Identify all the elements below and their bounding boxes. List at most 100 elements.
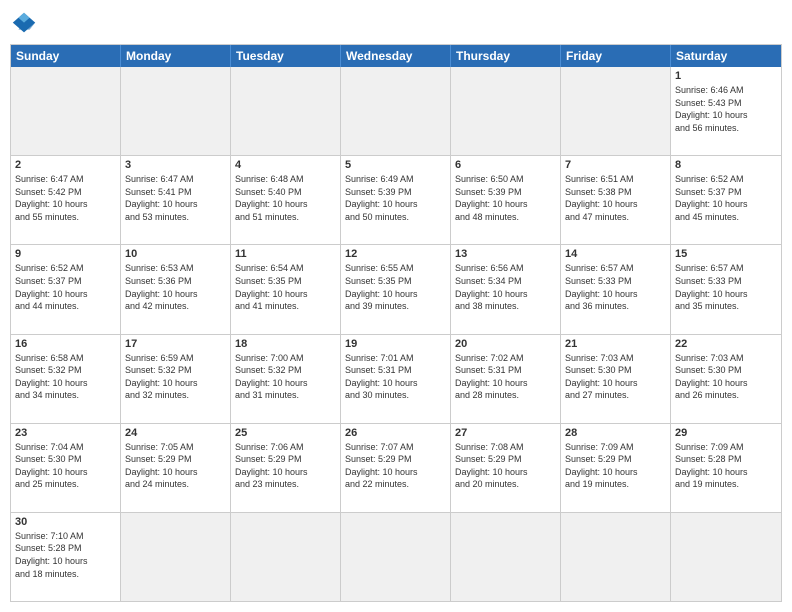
cell-info: Sunrise: 6:47 AM Sunset: 5:42 PM Dayligh… bbox=[15, 173, 116, 223]
cal-cell-15: 15 Sunrise: 6:57 AM Sunset: 5:33 PM Dayli… bbox=[671, 245, 781, 333]
day-number: 30 bbox=[15, 516, 116, 528]
cell-info: Sunrise: 7:07 AM Sunset: 5:29 PM Dayligh… bbox=[345, 441, 446, 491]
cal-cell-empty-r0c3 bbox=[341, 67, 451, 155]
day-number: 16 bbox=[15, 338, 116, 350]
calendar: SundayMondayTuesdayWednesdayThursdayFrid… bbox=[10, 44, 782, 602]
cell-info: Sunrise: 6:53 AM Sunset: 5:36 PM Dayligh… bbox=[125, 262, 226, 312]
day-number: 10 bbox=[125, 248, 226, 260]
calendar-row-5: 30 Sunrise: 7:10 AM Sunset: 5:28 PM Dayli… bbox=[11, 513, 781, 601]
cell-info: Sunrise: 7:09 AM Sunset: 5:28 PM Dayligh… bbox=[675, 441, 777, 491]
cal-cell-25: 25 Sunrise: 7:06 AM Sunset: 5:29 PM Dayli… bbox=[231, 424, 341, 512]
day-number: 14 bbox=[565, 248, 666, 260]
cell-info: Sunrise: 6:52 AM Sunset: 5:37 PM Dayligh… bbox=[675, 173, 777, 223]
cal-cell-8: 8 Sunrise: 6:52 AM Sunset: 5:37 PM Daylig… bbox=[671, 156, 781, 244]
cell-info: Sunrise: 6:57 AM Sunset: 5:33 PM Dayligh… bbox=[565, 262, 666, 312]
day-number: 20 bbox=[455, 338, 556, 350]
logo bbox=[10, 10, 42, 38]
calendar-body: 1Sunrise: 6:46 AM Sunset: 5:43 PM Daylig… bbox=[11, 67, 781, 601]
calendar-row-2: 9 Sunrise: 6:52 AM Sunset: 5:37 PM Daylig… bbox=[11, 245, 781, 334]
day-number: 8 bbox=[675, 159, 777, 171]
cell-info: Sunrise: 7:10 AM Sunset: 5:28 PM Dayligh… bbox=[15, 530, 116, 580]
page: SundayMondayTuesdayWednesdayThursdayFrid… bbox=[0, 0, 792, 612]
day-number: 22 bbox=[675, 338, 777, 350]
day-number: 4 bbox=[235, 159, 336, 171]
cell-info: Sunrise: 7:01 AM Sunset: 5:31 PM Dayligh… bbox=[345, 352, 446, 402]
day-number: 13 bbox=[455, 248, 556, 260]
cell-info: Sunrise: 6:55 AM Sunset: 5:35 PM Dayligh… bbox=[345, 262, 446, 312]
day-number: 19 bbox=[345, 338, 446, 350]
cal-cell-empty-r5c5 bbox=[561, 513, 671, 601]
cal-cell-3: 3 Sunrise: 6:47 AM Sunset: 5:41 PM Daylig… bbox=[121, 156, 231, 244]
cell-info: Sunrise: 6:49 AM Sunset: 5:39 PM Dayligh… bbox=[345, 173, 446, 223]
cal-cell-22: 22 Sunrise: 7:03 AM Sunset: 5:30 PM Dayli… bbox=[671, 335, 781, 423]
header bbox=[10, 10, 782, 38]
day-number: 28 bbox=[565, 427, 666, 439]
calendar-row-0: 1Sunrise: 6:46 AM Sunset: 5:43 PM Daylig… bbox=[11, 67, 781, 156]
cell-info: Sunrise: 7:02 AM Sunset: 5:31 PM Dayligh… bbox=[455, 352, 556, 402]
cal-cell-empty-r0c2 bbox=[231, 67, 341, 155]
cal-cell-26: 26Sunrise: 7:07 AM Sunset: 5:29 PM Dayli… bbox=[341, 424, 451, 512]
day-number: 11 bbox=[235, 248, 336, 260]
cell-info: Sunrise: 7:09 AM Sunset: 5:29 PM Dayligh… bbox=[565, 441, 666, 491]
cell-info: Sunrise: 6:56 AM Sunset: 5:34 PM Dayligh… bbox=[455, 262, 556, 312]
cal-cell-12: 12 Sunrise: 6:55 AM Sunset: 5:35 PM Dayli… bbox=[341, 245, 451, 333]
cell-info: Sunrise: 6:47 AM Sunset: 5:41 PM Dayligh… bbox=[125, 173, 226, 223]
cal-cell-28: 28 Sunrise: 7:09 AM Sunset: 5:29 PM Dayli… bbox=[561, 424, 671, 512]
day-number: 24 bbox=[125, 427, 226, 439]
cal-cell-empty-r5c6 bbox=[671, 513, 781, 601]
cell-info: Sunrise: 6:52 AM Sunset: 5:37 PM Dayligh… bbox=[15, 262, 116, 312]
cal-cell-14: 14 Sunrise: 6:57 AM Sunset: 5:33 PM Dayli… bbox=[561, 245, 671, 333]
cal-cell-10: 10 Sunrise: 6:53 AM Sunset: 5:36 PM Dayli… bbox=[121, 245, 231, 333]
cal-cell-4: 4 Sunrise: 6:48 AM Sunset: 5:40 PM Daylig… bbox=[231, 156, 341, 244]
day-number: 17 bbox=[125, 338, 226, 350]
cal-cell-30: 30 Sunrise: 7:10 AM Sunset: 5:28 PM Dayli… bbox=[11, 513, 121, 601]
day-number: 3 bbox=[125, 159, 226, 171]
cal-cell-6: 6Sunrise: 6:50 AM Sunset: 5:39 PM Daylig… bbox=[451, 156, 561, 244]
day-number: 7 bbox=[565, 159, 666, 171]
cell-info: Sunrise: 6:48 AM Sunset: 5:40 PM Dayligh… bbox=[235, 173, 336, 223]
cell-info: Sunrise: 6:57 AM Sunset: 5:33 PM Dayligh… bbox=[675, 262, 777, 312]
cal-cell-23: 23Sunrise: 7:04 AM Sunset: 5:30 PM Dayli… bbox=[11, 424, 121, 512]
cell-info: Sunrise: 7:00 AM Sunset: 5:32 PM Dayligh… bbox=[235, 352, 336, 402]
cal-cell-19: 19 Sunrise: 7:01 AM Sunset: 5:31 PM Dayli… bbox=[341, 335, 451, 423]
cal-cell-27: 27 Sunrise: 7:08 AM Sunset: 5:29 PM Dayli… bbox=[451, 424, 561, 512]
header-day-monday: Monday bbox=[121, 45, 231, 67]
header-day-saturday: Saturday bbox=[671, 45, 781, 67]
cell-info: Sunrise: 7:06 AM Sunset: 5:29 PM Dayligh… bbox=[235, 441, 336, 491]
cal-cell-20: 20 Sunrise: 7:02 AM Sunset: 5:31 PM Dayli… bbox=[451, 335, 561, 423]
day-number: 2 bbox=[15, 159, 116, 171]
day-number: 27 bbox=[455, 427, 556, 439]
day-number: 9 bbox=[15, 248, 116, 260]
cal-cell-5: 5 Sunrise: 6:49 AM Sunset: 5:39 PM Daylig… bbox=[341, 156, 451, 244]
cal-cell-13: 13 Sunrise: 6:56 AM Sunset: 5:34 PM Dayli… bbox=[451, 245, 561, 333]
day-number: 25 bbox=[235, 427, 336, 439]
day-number: 29 bbox=[675, 427, 777, 439]
cal-cell-empty-r0c5 bbox=[561, 67, 671, 155]
cell-info: Sunrise: 7:03 AM Sunset: 5:30 PM Dayligh… bbox=[675, 352, 777, 402]
logo-icon bbox=[10, 10, 38, 38]
day-number: 5 bbox=[345, 159, 446, 171]
cell-info: Sunrise: 7:04 AM Sunset: 5:30 PM Dayligh… bbox=[15, 441, 116, 491]
cal-cell-24: 24 Sunrise: 7:05 AM Sunset: 5:29 PM Dayli… bbox=[121, 424, 231, 512]
header-day-friday: Friday bbox=[561, 45, 671, 67]
cal-cell-17: 17Sunrise: 6:59 AM Sunset: 5:32 PM Dayli… bbox=[121, 335, 231, 423]
day-number: 12 bbox=[345, 248, 446, 260]
header-day-wednesday: Wednesday bbox=[341, 45, 451, 67]
calendar-row-4: 23Sunrise: 7:04 AM Sunset: 5:30 PM Dayli… bbox=[11, 424, 781, 513]
cell-info: Sunrise: 7:08 AM Sunset: 5:29 PM Dayligh… bbox=[455, 441, 556, 491]
cal-cell-empty-r5c2 bbox=[231, 513, 341, 601]
calendar-header: SundayMondayTuesdayWednesdayThursdayFrid… bbox=[11, 45, 781, 67]
cell-info: Sunrise: 6:58 AM Sunset: 5:32 PM Dayligh… bbox=[15, 352, 116, 402]
day-number: 1 bbox=[675, 70, 777, 82]
cal-cell-empty-r0c4 bbox=[451, 67, 561, 155]
cal-cell-18: 18Sunrise: 7:00 AM Sunset: 5:32 PM Dayli… bbox=[231, 335, 341, 423]
cell-info: Sunrise: 6:54 AM Sunset: 5:35 PM Dayligh… bbox=[235, 262, 336, 312]
cal-cell-29: 29 Sunrise: 7:09 AM Sunset: 5:28 PM Dayli… bbox=[671, 424, 781, 512]
calendar-row-1: 2 Sunrise: 6:47 AM Sunset: 5:42 PM Daylig… bbox=[11, 156, 781, 245]
cal-cell-empty-r5c3 bbox=[341, 513, 451, 601]
cell-info: Sunrise: 7:05 AM Sunset: 5:29 PM Dayligh… bbox=[125, 441, 226, 491]
day-number: 15 bbox=[675, 248, 777, 260]
cell-info: Sunrise: 7:03 AM Sunset: 5:30 PM Dayligh… bbox=[565, 352, 666, 402]
cal-cell-11: 11 Sunrise: 6:54 AM Sunset: 5:35 PM Dayli… bbox=[231, 245, 341, 333]
cal-cell-7: 7Sunrise: 6:51 AM Sunset: 5:38 PM Daylig… bbox=[561, 156, 671, 244]
